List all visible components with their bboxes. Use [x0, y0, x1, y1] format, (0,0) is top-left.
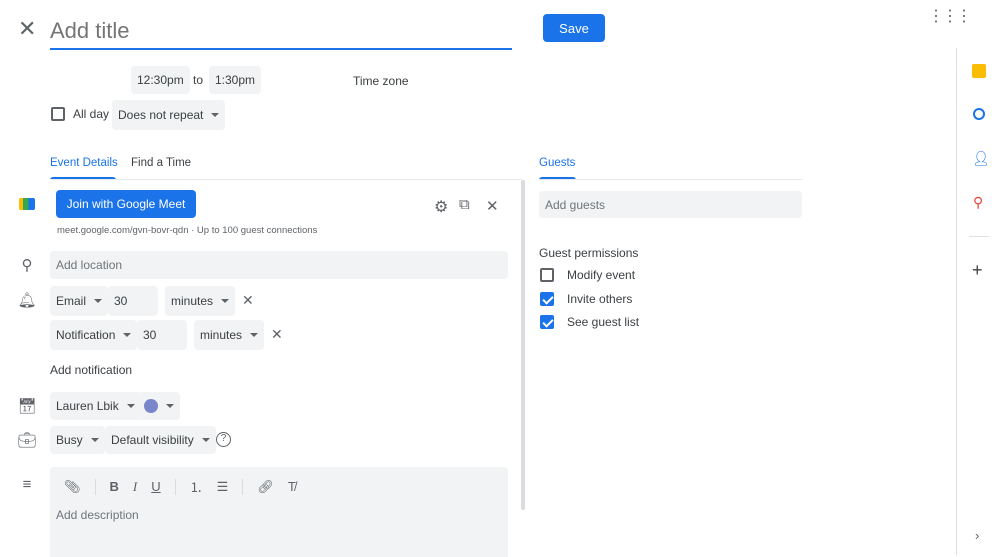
all-day-box[interactable]: [51, 107, 65, 121]
start-time[interactable]: 12:30pm: [131, 66, 190, 94]
notification-type: Notification: [56, 328, 115, 342]
notification-type-dropdown[interactable]: Notification: [50, 320, 137, 350]
tab-label: Find a Time: [131, 157, 191, 169]
bulleted-list-icon[interactable]: ☰: [217, 479, 229, 495]
contacts-icon[interactable]: 👤︎: [972, 150, 990, 167]
link-icon[interactable]: 🔗︎: [257, 479, 274, 495]
meet-settings-icon[interactable]: ⚙: [434, 197, 448, 217]
visibility-dropdown[interactable]: Default visibility: [105, 426, 216, 454]
guests-tab-label: Guests: [539, 157, 575, 169]
notification-type-dropdown[interactable]: Email: [50, 286, 108, 316]
calendar-owner-dropdown[interactable]: Lauren Lbik: [50, 392, 141, 420]
bold-icon[interactable]: B: [110, 479, 119, 494]
keep-icon[interactable]: [972, 64, 986, 78]
meet-link[interactable]: meet.google.com/gvn-bovr-qdn · Up to 100…: [57, 225, 317, 236]
notification-unit-dropdown[interactable]: minutes: [194, 320, 264, 350]
close-icon[interactable]: ✕: [18, 16, 36, 42]
remove-formatting-icon[interactable]: T̸: [288, 479, 296, 494]
google-meet-icon: [19, 198, 35, 210]
tasks-icon[interactable]: [973, 108, 985, 120]
numbered-list-icon[interactable]: ⒈: [190, 477, 203, 496]
color-swatch: [144, 399, 158, 413]
notification-value-input[interactable]: 30: [137, 320, 187, 350]
permission-see-guest-list[interactable]: See guest list: [540, 315, 639, 329]
all-day-checkbox[interactable]: All day: [51, 107, 109, 121]
all-day-label: All day: [73, 107, 109, 121]
description-editor[interactable]: 📎︎ B I U ⒈ ☰ 🔗︎ T̸ Add description: [50, 467, 508, 557]
checkbox[interactable]: [540, 292, 554, 306]
notification-value-input[interactable]: 30: [108, 286, 158, 316]
permission-invite-others[interactable]: Invite others: [540, 292, 632, 306]
start-time-value: 12:30pm: [137, 73, 184, 87]
busy-value: Busy: [56, 433, 83, 447]
busy-dropdown[interactable]: Busy: [50, 426, 105, 454]
to-label: to: [193, 73, 203, 87]
visibility-value: Default visibility: [111, 433, 194, 447]
end-time-value: 1:30pm: [215, 73, 255, 87]
guest-permissions-title: Guest permissions: [539, 246, 638, 260]
attachment-icon[interactable]: 📎︎: [64, 479, 81, 495]
tab-event-details[interactable]: Event Details: [50, 157, 118, 169]
side-panel: 👤︎ ⚲ + ›: [956, 48, 1000, 555]
help-icon[interactable]: ?: [216, 432, 231, 447]
apps-grid-icon[interactable]: ⋮⋮⋮: [928, 14, 970, 20]
event-color-dropdown[interactable]: [138, 392, 180, 420]
location-placeholder: Add location: [56, 258, 122, 272]
add-addon-icon[interactable]: +: [972, 260, 983, 281]
notification-value: 30: [143, 328, 156, 342]
briefcase-icon: 💼︎: [17, 431, 37, 449]
permission-label: Invite others: [567, 292, 632, 306]
title-input[interactable]: [50, 14, 512, 50]
tab-guests[interactable]: Guests: [539, 157, 575, 169]
notification-value: 30: [114, 294, 127, 308]
repeat-dropdown[interactable]: Does not repeat: [112, 100, 225, 130]
maps-icon[interactable]: ⚲: [973, 194, 983, 211]
tab-find-a-time[interactable]: Find a Time: [131, 157, 191, 169]
remove-meet-icon[interactable]: ✕: [486, 197, 499, 215]
formatting-toolbar: 📎︎ B I U ⒈ ☰ 🔗︎ T̸: [50, 467, 508, 506]
permission-label: See guest list: [567, 315, 639, 329]
checkbox[interactable]: [540, 268, 554, 282]
tabs-divider: [50, 179, 522, 180]
guests-divider: [539, 179, 802, 180]
notification-unit: minutes: [200, 328, 242, 342]
notification-unit-dropdown[interactable]: minutes: [165, 286, 235, 316]
remove-notification-icon[interactable]: ✕: [271, 326, 283, 343]
expand-panel-icon[interactable]: ›: [975, 528, 979, 543]
location-icon: ⚲: [17, 256, 37, 274]
bell-icon: 🔔︎: [17, 291, 37, 309]
time-zone-link[interactable]: Time zone: [353, 74, 409, 88]
calendar-owner: Lauren Lbik: [56, 399, 119, 413]
location-input[interactable]: Add location: [50, 251, 508, 279]
save-button[interactable]: Save: [543, 14, 605, 42]
notification-unit: minutes: [171, 294, 213, 308]
add-notification-link[interactable]: Add notification: [50, 363, 132, 377]
notification-type: Email: [56, 294, 86, 308]
permission-label: Modify event: [567, 268, 635, 282]
permission-modify-event[interactable]: Modify event: [540, 268, 635, 282]
remove-notification-icon[interactable]: ✕: [242, 292, 254, 309]
calendar-icon: 📅︎: [17, 397, 37, 415]
join-meet-button[interactable]: Join with Google Meet: [56, 190, 196, 218]
description-icon: ≡: [17, 476, 37, 493]
checkbox[interactable]: [540, 315, 554, 329]
underline-icon[interactable]: U: [151, 479, 160, 494]
tab-label: Event Details: [50, 157, 118, 169]
italic-icon[interactable]: I: [133, 479, 137, 495]
repeat-value: Does not repeat: [118, 108, 203, 122]
description-placeholder: Add description: [50, 506, 508, 524]
end-time[interactable]: 1:30pm: [209, 66, 261, 94]
add-guests-input[interactable]: Add guests: [539, 191, 802, 218]
copy-icon[interactable]: ⧉: [459, 196, 470, 213]
add-guests-placeholder: Add guests: [545, 198, 605, 212]
scrollbar[interactable]: [521, 180, 525, 510]
side-panel-divider: [969, 236, 989, 237]
